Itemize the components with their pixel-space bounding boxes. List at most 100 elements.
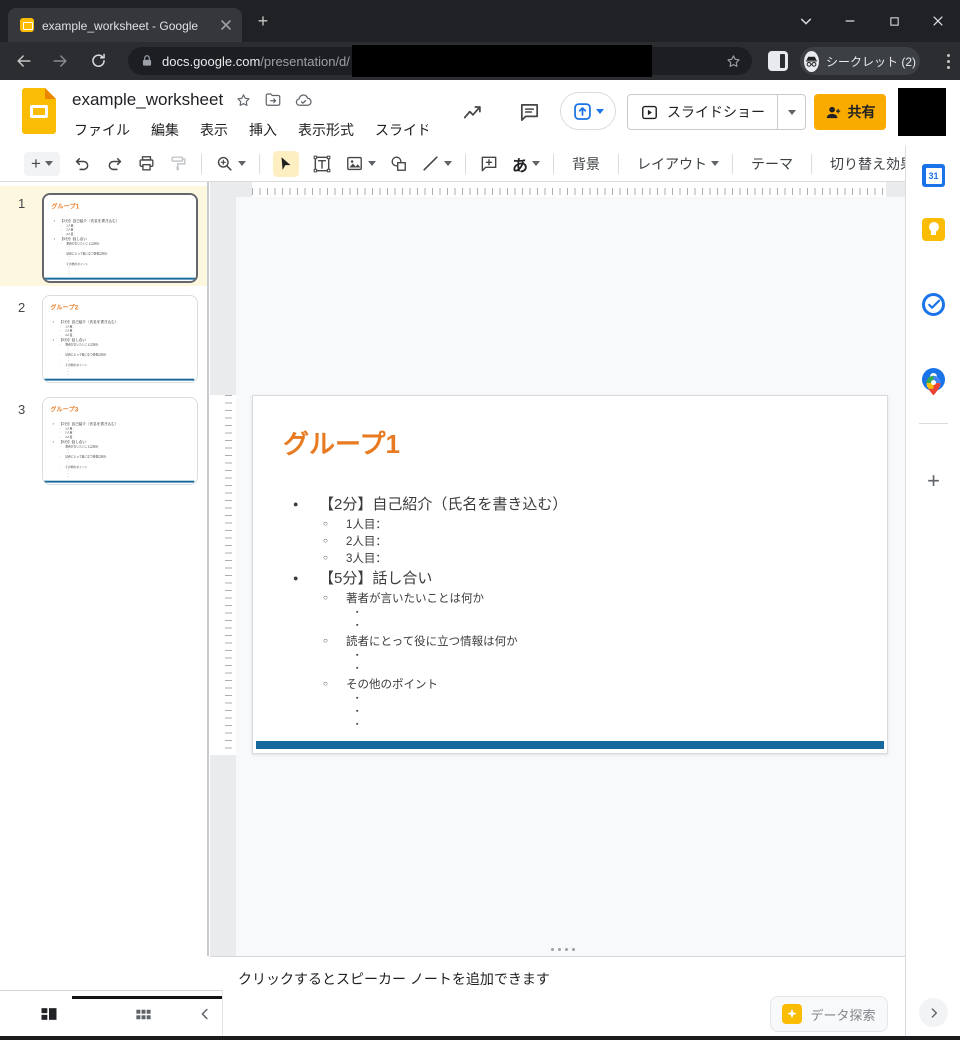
slide-body-text[interactable]: ●【2分】自己紹介（氏名を書き込む）○1人目：○2人目：○3人目：●【5分】話し… <box>293 492 871 731</box>
bullet-item: ●【5分】話し合い <box>293 566 871 589</box>
zoom-caret-icon <box>238 161 246 166</box>
address-bar[interactable]: docs.google.com /presentation/d/ <box>128 47 752 75</box>
layout-button[interactable]: レイアウト <box>632 151 719 177</box>
slide-title[interactable]: グループ1 <box>283 424 400 461</box>
google-calendar-icon[interactable]: 31 <box>922 164 945 187</box>
toolbar-separator <box>732 154 733 174</box>
insert-line-button[interactable] <box>421 154 452 173</box>
present-to-meeting-button[interactable] <box>560 92 616 130</box>
activity-dashboard-icon[interactable] <box>462 102 484 124</box>
theme-button[interactable]: テーマ <box>746 151 798 177</box>
filmstrip-view-icon[interactable] <box>38 1003 60 1025</box>
google-keep-icon[interactable] <box>922 218 945 241</box>
slide-title[interactable]: グループ3 <box>50 405 78 414</box>
expand-side-panel-button[interactable] <box>919 998 948 1027</box>
star-document-icon[interactable] <box>235 92 252 109</box>
slide-thumbnail[interactable]: グループ3 ●【2分】自己紹介（氏名を書き込む）○1人目：○2人目：○3人目：●【… <box>42 397 198 485</box>
profile-avatar-redacted[interactable] <box>898 88 946 136</box>
notes-resize-handle[interactable] <box>551 948 575 951</box>
slide-thumbnail[interactable]: グループ1 ●【2分】自己紹介（氏名を書き込む）○1人目：○2人目：○3人目：●【… <box>42 193 198 283</box>
slide-title[interactable]: グループ1 <box>51 202 79 211</box>
tab-search-icon[interactable] <box>784 0 828 42</box>
bullet-glyph: ▪ <box>356 721 366 728</box>
menu-表示形式[interactable]: 表示形式 <box>296 118 356 142</box>
thumbnail-row[interactable]: 3 グループ3●【2分】自己紹介（氏名を書き込む）○1人目：○2人目：○3人目：… <box>0 392 208 488</box>
forward-icon[interactable] <box>48 49 72 73</box>
thumbnail-row[interactable]: 1 グループ1●【2分】自己紹介（氏名を書き込む）○1人目：○2人目：○3人目：… <box>0 186 208 286</box>
paint-format-button[interactable] <box>169 154 188 173</box>
select-tool-button[interactable] <box>273 151 299 177</box>
bullet-glyph: ▪ <box>68 360 70 362</box>
text-box-button[interactable] <box>312 154 332 174</box>
redo-button[interactable] <box>105 154 124 173</box>
insert-shape-button[interactable] <box>389 154 408 173</box>
text-format-caret-icon <box>532 161 540 166</box>
text-format-button[interactable]: あ <box>512 152 540 176</box>
bullet-glyph: ▪ <box>68 449 70 451</box>
bullet-glyph: ▪ <box>356 609 366 616</box>
main-slide[interactable]: グループ1 ●【2分】自己紹介（氏名を書き込む）○1人目：○2人目：○3人目：●【… <box>252 395 888 754</box>
filmstrip-scrollbar[interactable] <box>207 182 209 956</box>
bookmark-star-icon[interactable] <box>725 53 742 70</box>
slide-body-text[interactable]: ●【2分】自己紹介（氏名を書き込む）○1人目：○2人目：○3人目：●【5分】話し… <box>53 421 192 478</box>
background-button[interactable]: 背景 <box>567 151 605 177</box>
bullet-glyph: ▪ <box>68 470 70 472</box>
grid-view-icon[interactable] <box>132 1003 154 1025</box>
move-to-folder-icon[interactable] <box>264 91 282 109</box>
print-button[interactable] <box>137 154 156 173</box>
back-icon[interactable] <box>12 49 36 73</box>
browser-menu-icon[interactable] <box>938 51 958 71</box>
cloud-save-status-icon[interactable] <box>294 91 313 110</box>
slide-number: 2 <box>18 300 25 315</box>
incognito-badge[interactable]: シークレット (2) <box>800 47 920 75</box>
bullet-glyph: ▪ <box>356 622 366 629</box>
explore-button[interactable]: データ探索 <box>770 996 888 1032</box>
filmstrip-horizontal-scrollbar[interactable] <box>72 996 222 999</box>
slide-body-text[interactable]: ●【2分】自己紹介（氏名を書き込む）○1人目：○2人目：○3人目：●【5分】話し… <box>53 319 192 376</box>
document-title[interactable]: example_worksheet <box>72 90 223 110</box>
present-arrow-icon <box>572 101 593 122</box>
collapse-filmstrip-icon[interactable] <box>194 1003 216 1025</box>
slideshow-dropdown-button[interactable] <box>777 95 805 129</box>
thumbnail-row[interactable]: 2 グループ2 ●【2分】自己紹介（氏名を書き込む）○1人目：○2人目：○3人目：… <box>0 290 208 386</box>
window-minimize-button[interactable] <box>828 0 872 42</box>
browser-tab[interactable]: example_worksheet - Google スラ <box>8 8 242 42</box>
share-button[interactable]: 共有 <box>814 94 886 130</box>
bullet-item: ▪ <box>293 662 871 675</box>
slides-logo-icon[interactable] <box>22 88 56 134</box>
tab-close-icon[interactable] <box>218 17 234 33</box>
menu-挿入[interactable]: 挿入 <box>247 118 279 142</box>
comment-history-icon[interactable] <box>518 101 541 124</box>
side-panel-icon[interactable] <box>768 51 788 71</box>
slideshow-button[interactable]: スライドショー <box>628 95 777 129</box>
toolbar-separator <box>465 154 466 174</box>
explore-label: データ探索 <box>810 1005 875 1024</box>
undo-button[interactable] <box>73 154 92 173</box>
insert-image-button[interactable] <box>345 154 376 173</box>
menu-編集[interactable]: 編集 <box>149 118 181 142</box>
zoom-button[interactable] <box>215 154 246 173</box>
speaker-notes-panel[interactable]: クリックするとスピーカー ノートを追加できます データ探索 <box>210 956 905 1036</box>
reload-icon[interactable] <box>86 49 110 73</box>
google-tasks-icon[interactable] <box>922 293 945 316</box>
bullet-item: ○2人目： <box>293 532 871 549</box>
google-maps-icon[interactable] <box>922 374 945 397</box>
new-tab-button[interactable]: + <box>254 12 272 30</box>
bullet-item: ▪ <box>54 272 193 275</box>
slide-title[interactable]: グループ2 <box>50 303 78 312</box>
menu-スライド[interactable]: スライド <box>373 118 428 142</box>
insert-comment-button[interactable] <box>479 154 499 174</box>
window-maximize-button[interactable] <box>872 0 916 42</box>
slide-thumbnail[interactable]: グループ2 ●【2分】自己紹介（氏名を書き込む）○1人目：○2人目：○3人目：●【… <box>42 295 198 383</box>
bullet-glyph: ▪ <box>69 249 71 251</box>
menu-ファイル[interactable]: ファイル <box>72 118 132 142</box>
get-add-ons-button[interactable]: + <box>922 470 945 493</box>
menu-表示[interactable]: 表示 <box>198 118 230 142</box>
thumbnail-slide-inner: グループ1 ●【2分】自己紹介（氏名を書き込む）○1人目：○2人目：○3人目：●【… <box>44 195 196 281</box>
slide-body-text[interactable]: ●【2分】自己紹介（氏名を書き込む）○1人目：○2人目：○3人目：●【5分】話し… <box>54 218 193 275</box>
bullet-item: ▪ <box>293 619 871 632</box>
horizontal-ruler <box>236 182 905 197</box>
new-slide-button[interactable]: + <box>24 152 60 176</box>
explore-icon <box>782 1004 802 1024</box>
window-close-button[interactable] <box>916 0 960 42</box>
